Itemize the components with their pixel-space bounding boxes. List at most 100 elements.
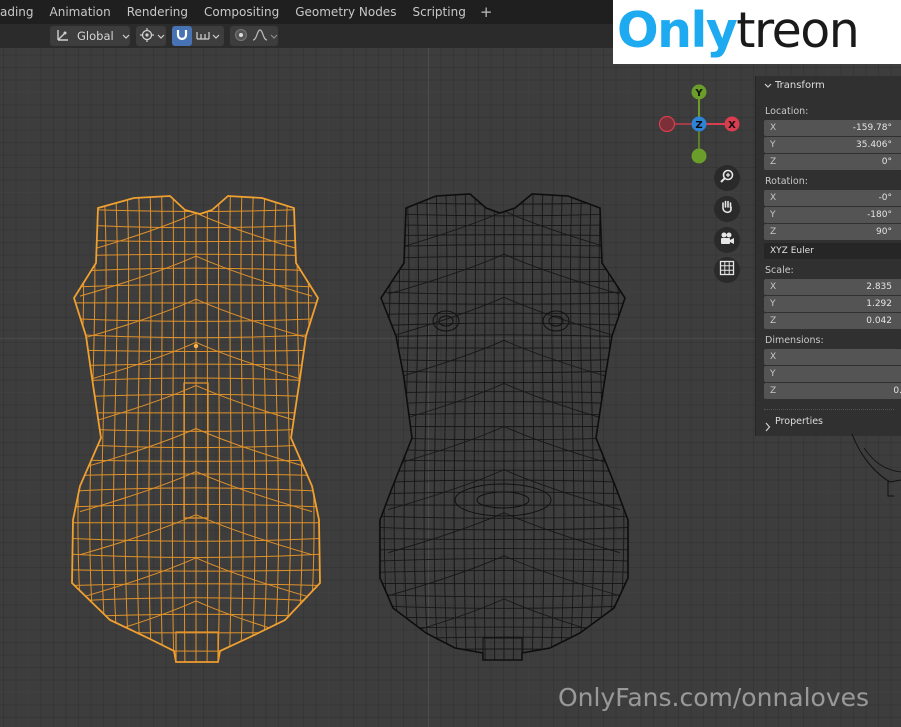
gizmo-x-axis[interactable]: X	[724, 116, 740, 132]
mesh-edge	[195, 514, 313, 556]
svg-text:X: X	[728, 120, 736, 131]
location-z-value: 0°	[881, 157, 892, 167]
mesh-edge	[160, 196, 164, 662]
mesh-edge	[124, 196, 130, 662]
snap-magnet-icon	[175, 28, 189, 45]
mesh-edge	[70, 664, 322, 667]
mesh-edge	[387, 253, 505, 295]
gizmo-neg-y[interactable]	[691, 148, 707, 164]
location-z-field[interactable]: Z 0°	[764, 154, 901, 170]
blender-window: ading Animation Rendering Compositing Ge…	[0, 0, 901, 727]
dimensions-z-field[interactable]: Z 0.	[764, 383, 901, 399]
logo-part-treon: treon	[736, 2, 859, 59]
mesh-edge	[387, 512, 505, 554]
axis-label: Y	[770, 299, 776, 309]
location-x-value: -159.78°	[852, 123, 892, 133]
add-workspace-button[interactable]: +	[474, 0, 499, 24]
mesh-edge	[380, 194, 383, 660]
axis-label: Z	[770, 157, 777, 167]
mesh-edge	[79, 341, 197, 383]
mesh-edge	[72, 208, 320, 212]
transform-panel-header[interactable]: Transform	[756, 76, 901, 96]
mesh-edge	[148, 196, 153, 662]
tab-scripting[interactable]: Scripting	[404, 0, 473, 24]
axis-label: X	[770, 352, 777, 362]
svg-text:Y: Y	[694, 88, 703, 99]
panel-divider	[764, 409, 894, 411]
scale-x-value: 2.835	[866, 282, 892, 292]
camera-view-button[interactable]	[714, 227, 740, 253]
chevron-down-icon[interactable]	[270, 29, 278, 43]
tab-rendering[interactable]: Rendering	[119, 0, 196, 24]
axis-label: X	[770, 123, 777, 133]
mesh-edge	[72, 196, 75, 662]
zoom-icon	[719, 168, 735, 188]
scale-z-field[interactable]: Z 0.042	[764, 313, 901, 329]
mesh-edge	[228, 196, 232, 662]
scale-y-value: 1.292	[866, 299, 892, 309]
scale-x-field[interactable]: X 2.835	[764, 279, 901, 295]
tab-animation[interactable]: Animation	[42, 0, 119, 24]
gizmo-neg-x[interactable]	[658, 115, 676, 133]
proportional-edit-icon[interactable]	[234, 28, 248, 45]
unselected-mesh[interactable]	[374, 191, 634, 662]
mesh-edge	[195, 255, 313, 297]
mesh-edge	[403, 194, 411, 660]
rotation-mode-select[interactable]: XYZ Euler	[764, 243, 901, 259]
chevron-down-icon	[122, 29, 130, 43]
grid-ortho-icon	[719, 260, 735, 280]
location-y-field[interactable]: Y 35.406°	[764, 137, 901, 153]
scale-z-value: 0.042	[866, 316, 892, 326]
mesh-edge	[597, 194, 605, 660]
dimensions-y-field[interactable]: Y	[764, 366, 901, 382]
snap-increment-icon[interactable]	[196, 28, 210, 45]
tab-shading[interactable]: ading	[0, 0, 42, 24]
dimensions-x-field[interactable]: X	[764, 349, 901, 365]
chevron-down-icon[interactable]	[212, 29, 220, 43]
orientation-value: Global	[77, 29, 114, 43]
mesh-edge	[101, 196, 108, 662]
mesh-edge	[317, 196, 320, 662]
dimensions-label: Dimensions:	[765, 335, 824, 346]
mesh-edge	[284, 196, 291, 662]
tab-compositing[interactable]: Compositing	[196, 0, 287, 24]
navigation-gizmo[interactable]: Y Z X	[656, 82, 746, 168]
location-label: Location:	[765, 106, 809, 117]
orientation-dropdown[interactable]: Global	[50, 26, 130, 46]
falloff-curve-icon[interactable]	[252, 28, 268, 45]
axis-label: Z	[770, 386, 777, 396]
proportional-edit-controls	[230, 26, 278, 46]
selected-mesh[interactable]	[66, 193, 326, 667]
mesh-edge	[79, 255, 197, 297]
pan-button[interactable]	[714, 196, 740, 222]
mesh-edge	[393, 194, 402, 660]
mesh-edge	[616, 194, 625, 660]
tab-geometry-nodes[interactable]: Geometry Nodes	[287, 0, 404, 24]
sidebar-n-panel: Transform Location: X -159.78° Y 35.406° Z…	[755, 76, 901, 436]
ortho-toggle-button[interactable]	[714, 257, 740, 283]
gizmo-z-axis[interactable]: Z	[691, 116, 707, 132]
rotation-label: Rotation:	[765, 176, 808, 187]
axis-label: X	[770, 193, 777, 203]
axis-label: Z	[770, 227, 777, 237]
axis-label: Y	[770, 210, 776, 220]
scale-y-field[interactable]: Y 1.292	[764, 296, 901, 312]
gizmo-y-axis[interactable]: Y	[691, 84, 707, 100]
rotation-z-field[interactable]: Z 90°	[764, 224, 901, 240]
rotation-z-value: 90°	[876, 227, 892, 237]
mesh-edge	[195, 341, 313, 383]
mesh-edge	[136, 196, 142, 662]
onlytreon-logo: Onlytreon	[613, 0, 901, 64]
rotation-y-field[interactable]: Y -180°	[764, 207, 901, 223]
snap-toggle[interactable]	[172, 26, 192, 46]
rotation-x-field[interactable]: X -0°	[764, 190, 901, 206]
axis-label: Y	[770, 140, 776, 150]
location-x-field[interactable]: X -159.78°	[764, 120, 901, 136]
mesh-edge	[503, 512, 621, 554]
zoom-button[interactable]	[714, 165, 740, 191]
transform-title: Transform	[775, 80, 825, 91]
dimensions-z-value: 0.	[893, 386, 901, 396]
mesh-edge	[171, 196, 175, 662]
pivot-point-dropdown[interactable]	[136, 26, 166, 46]
snap-controls	[172, 26, 224, 46]
